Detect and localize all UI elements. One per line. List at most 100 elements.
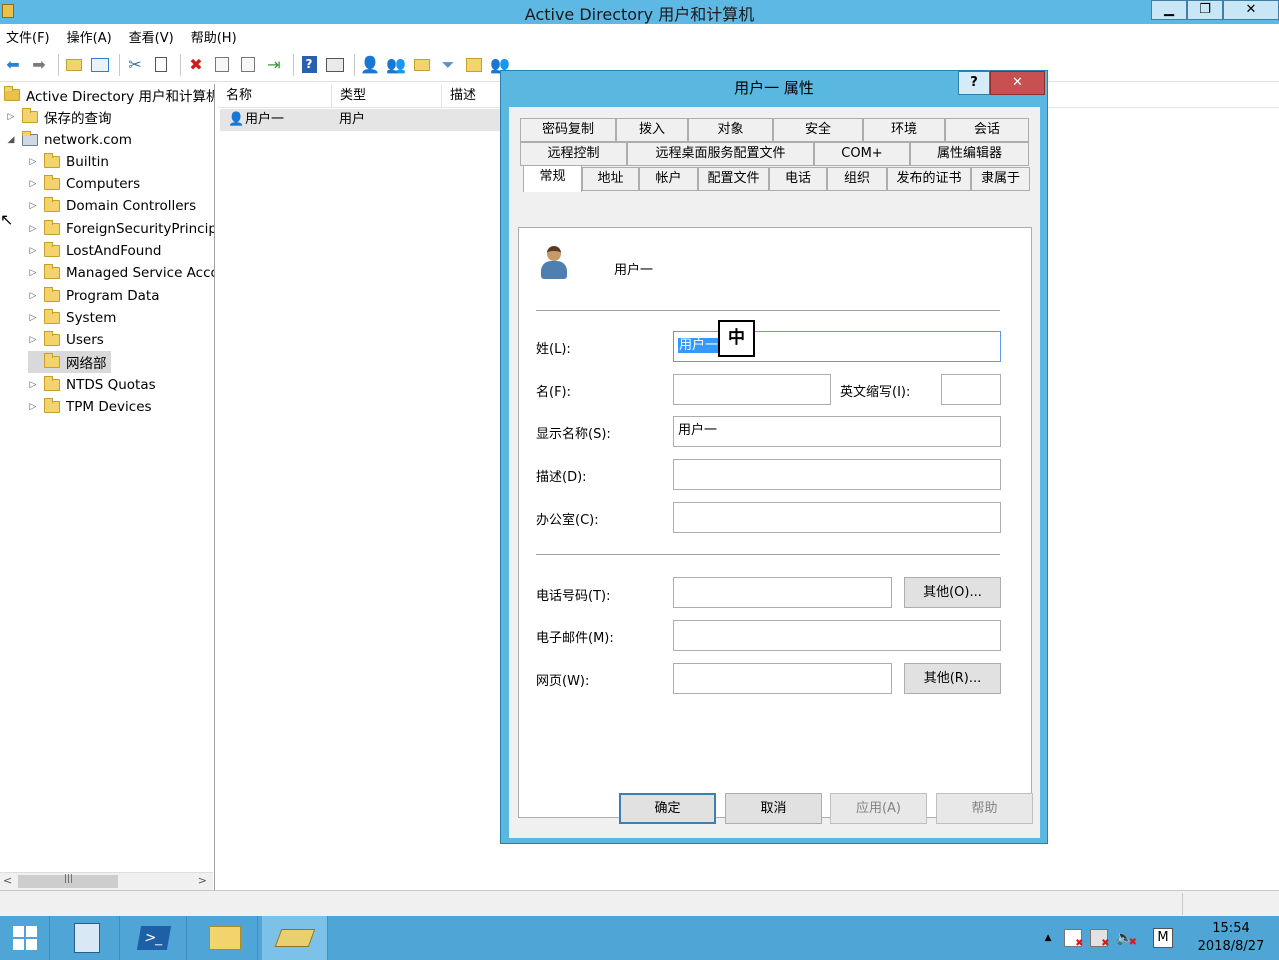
tree-item-tpm-devices[interactable]: ▷ TPM Devices	[28, 396, 152, 418]
dialog-help-button[interactable]: ?	[958, 71, 990, 95]
tab-published-certs[interactable]: 发布的证书	[887, 167, 971, 191]
menu-help[interactable]: 帮助(H)	[191, 27, 237, 46]
tab-object[interactable]: 对象	[688, 118, 773, 142]
web-page-input[interactable]	[673, 663, 892, 694]
start-button[interactable]	[0, 916, 50, 960]
action-center-icon[interactable]: ✖	[1063, 929, 1084, 949]
tab-sessions[interactable]: 会话	[945, 118, 1029, 142]
new-ou-icon[interactable]	[411, 54, 433, 76]
tree-item-builtin[interactable]: ▷ Builtin	[28, 151, 109, 173]
close-button[interactable]: ✕	[1223, 0, 1279, 20]
tab-environment[interactable]: 环境	[863, 118, 945, 142]
tab-general[interactable]: 常规	[523, 165, 582, 192]
tree-item-lostandfound[interactable]: ▷ LostAndFound	[28, 240, 161, 262]
tab-profile[interactable]: 配置文件	[698, 167, 769, 191]
tree-item-program-data[interactable]: ▷ Program Data	[28, 285, 160, 307]
tab-com-plus[interactable]: COM+	[814, 142, 910, 166]
column-name[interactable]: 名称	[218, 84, 332, 108]
menu-file[interactable]: 文件(F)	[6, 27, 50, 46]
tree-item-computers[interactable]: ▷ Computers	[28, 173, 140, 195]
tab-attribute-editor[interactable]: 属性编辑器	[910, 142, 1029, 166]
collapse-arrow-icon[interactable]: ◢	[6, 135, 16, 145]
network-icon[interactable]: ✖	[1089, 929, 1110, 949]
forward-arrow-icon[interactable]: ➡	[28, 54, 50, 76]
tree-root[interactable]: Active Directory 用户和计算机	[4, 84, 214, 106]
tray-expand-icon[interactable]: ▲	[1045, 933, 1052, 943]
office-input[interactable]	[673, 502, 1001, 533]
ime-mode-indicator[interactable]: M	[1153, 928, 1173, 948]
phone-other-button[interactable]: 其他(O)...	[904, 577, 1001, 608]
properties-icon[interactable]	[211, 54, 233, 76]
tree-item-network-dept[interactable]: 网络部	[28, 351, 111, 373]
expand-arrow-icon[interactable]: ▷	[28, 291, 38, 301]
expand-arrow-icon[interactable]: ▷	[28, 246, 38, 256]
find-icon[interactable]	[463, 54, 485, 76]
taskbar-ad-users-computers[interactable]	[262, 916, 328, 960]
expand-arrow-icon[interactable]: ▷	[28, 335, 38, 345]
help-icon[interactable]: ?	[298, 54, 320, 76]
menu-view[interactable]: 查看(V)	[129, 27, 174, 46]
tab-telephones[interactable]: 电话	[769, 167, 827, 191]
minimize-button[interactable]: ▁	[1151, 0, 1187, 20]
email-input[interactable]	[673, 620, 1001, 651]
taskbar-file-explorer[interactable]	[192, 916, 258, 960]
console-icon[interactable]	[324, 54, 346, 76]
cut-icon[interactable]: ✂	[124, 54, 146, 76]
tree-item-saved-queries[interactable]: ▷ 保存的查询	[6, 106, 112, 128]
tab-remote-control[interactable]: 远程控制	[520, 142, 627, 166]
taskbar-powershell[interactable]: >_	[121, 916, 187, 960]
expand-arrow-icon[interactable]: ▷	[28, 224, 38, 234]
column-type[interactable]: 类型	[332, 84, 442, 108]
description-input[interactable]	[673, 459, 1001, 490]
tree-item-managed-service[interactable]: ▷ Managed Service Accounts	[28, 262, 214, 284]
show-tree-icon[interactable]	[89, 54, 111, 76]
volume-icon[interactable]: 🔈 ✖	[1116, 930, 1137, 948]
tab-address[interactable]: 地址	[582, 167, 639, 191]
filter-icon[interactable]: ⏷	[437, 54, 459, 76]
taskbar-server-manager[interactable]	[54, 916, 120, 960]
copy-icon[interactable]	[150, 54, 172, 76]
tree-item-domain-controllers[interactable]: ▷ Domain Controllers	[28, 195, 196, 217]
taskbar-clock[interactable]: 15:54 2018/8/27	[1183, 920, 1279, 956]
initials-input[interactable]	[941, 374, 1001, 405]
new-user-icon[interactable]: 👤	[359, 54, 381, 76]
expand-arrow-icon[interactable]: ▷	[28, 179, 38, 189]
expand-arrow-icon[interactable]: ▷	[28, 313, 38, 323]
help-button[interactable]: 帮助	[936, 793, 1033, 824]
restore-button[interactable]: ❐	[1187, 0, 1223, 20]
tab-organization[interactable]: 组织	[827, 167, 887, 191]
new-group-icon[interactable]: 👥	[385, 54, 407, 76]
scroll-left-icon[interactable]: <	[3, 874, 12, 887]
tree-item-foreign-security[interactable]: ▷ ForeignSecurityPrincipals	[28, 218, 214, 240]
tab-member-of[interactable]: 隶属于	[971, 167, 1030, 191]
display-name-input[interactable]: 用户一	[673, 416, 1001, 447]
tab-security[interactable]: 安全	[773, 118, 863, 142]
expand-arrow-icon[interactable]: ▷	[28, 380, 38, 390]
ok-button[interactable]: 确定	[619, 793, 716, 824]
delete-icon[interactable]: ✖	[185, 54, 207, 76]
refresh-icon[interactable]	[237, 54, 259, 76]
phone-input[interactable]	[673, 577, 892, 608]
export-icon[interactable]: ⇥	[263, 54, 285, 76]
up-folder-icon[interactable]	[63, 54, 85, 76]
apply-button[interactable]: 应用(A)	[830, 793, 927, 824]
expand-arrow-icon[interactable]: ▷	[28, 402, 38, 412]
web-other-button[interactable]: 其他(R)...	[904, 663, 1001, 694]
menu-action[interactable]: 操作(A)	[67, 27, 112, 46]
tab-account[interactable]: 帐户	[639, 167, 698, 191]
cancel-button[interactable]: 取消	[725, 793, 822, 824]
back-arrow-icon[interactable]: ⬅	[2, 54, 24, 76]
tree-item-ntds-quotas[interactable]: ▷ NTDS Quotas	[28, 374, 156, 396]
scroll-right-icon[interactable]: >	[198, 874, 207, 887]
expand-arrow-icon[interactable]: ▷	[28, 268, 38, 278]
expand-arrow-icon[interactable]: ▷	[28, 201, 38, 211]
tree-item-system[interactable]: ▷ System	[28, 307, 116, 329]
tab-rds-profile[interactable]: 远程桌面服务配置文件	[627, 142, 814, 166]
first-name-input[interactable]	[673, 374, 831, 405]
tab-password-replication[interactable]: 密码复制	[520, 118, 616, 142]
expand-arrow-icon[interactable]: ▷	[28, 157, 38, 167]
tab-dial-in[interactable]: 拨入	[616, 118, 688, 142]
expand-arrow-icon[interactable]: ▷	[6, 112, 16, 122]
dialog-close-button[interactable]: ✕	[990, 71, 1045, 95]
tree-item-domain[interactable]: ◢ network.com	[6, 129, 132, 151]
